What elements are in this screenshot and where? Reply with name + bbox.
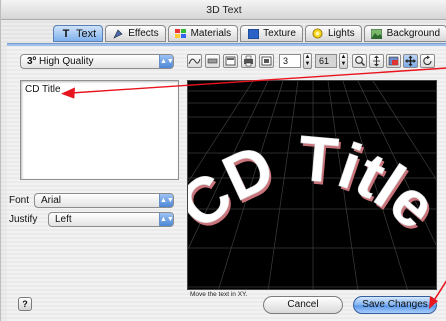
dialog-window: 3D Text T Text Effects Materials Texture (0, 0, 446, 321)
annotation-overlay (61, 67, 446, 309)
annotation-arrow-text (61, 67, 446, 99)
annotation-arrow-save (429, 280, 446, 309)
